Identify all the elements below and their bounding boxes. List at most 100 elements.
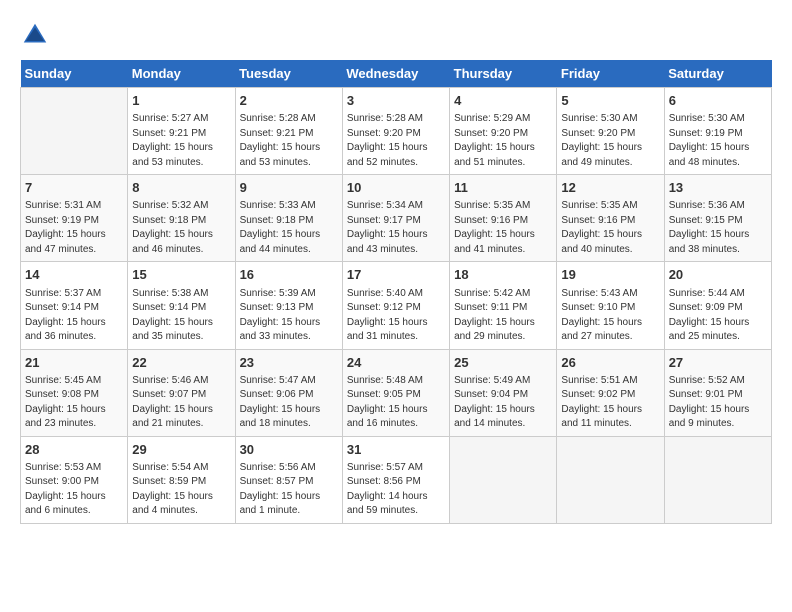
calendar-cell: 1 Sunrise: 5:27 AM Sunset: 9:21 PM Daylig… xyxy=(128,88,235,175)
calendar-cell: 10 Sunrise: 5:34 AM Sunset: 9:17 PM Dayli… xyxy=(342,175,449,262)
calendar-cell: 31 Sunrise: 5:57 AM Sunset: 8:56 PM Dayli… xyxy=(342,436,449,523)
calendar-cell: 18 Sunrise: 5:42 AM Sunset: 9:11 PM Dayli… xyxy=(450,262,557,349)
calendar-cell: 25 Sunrise: 5:49 AM Sunset: 9:04 PM Dayli… xyxy=(450,349,557,436)
day-info: Sunrise: 5:30 AM Sunset: 9:19 PM Dayligh… xyxy=(669,112,767,170)
day-info: Sunrise: 5:38 AM Sunset: 9:14 PM Dayligh… xyxy=(132,287,230,345)
weekday-header-saturday: Saturday xyxy=(664,60,771,88)
day-number: 12 xyxy=(561,179,659,197)
calendar-cell: 6 Sunrise: 5:30 AM Sunset: 9:19 PM Daylig… xyxy=(664,88,771,175)
logo-icon xyxy=(20,20,50,50)
calendar-cell: 8 Sunrise: 5:32 AM Sunset: 9:18 PM Daylig… xyxy=(128,175,235,262)
day-number: 21 xyxy=(25,354,123,372)
calendar-cell: 14 Sunrise: 5:37 AM Sunset: 9:14 PM Dayli… xyxy=(21,262,128,349)
day-info: Sunrise: 5:48 AM Sunset: 9:05 PM Dayligh… xyxy=(347,374,445,432)
day-info: Sunrise: 5:37 AM Sunset: 9:14 PM Dayligh… xyxy=(25,287,123,345)
day-number: 31 xyxy=(347,441,445,459)
day-number: 29 xyxy=(132,441,230,459)
day-number: 25 xyxy=(454,354,552,372)
calendar-table: SundayMondayTuesdayWednesdayThursdayFrid… xyxy=(20,60,772,524)
day-number: 1 xyxy=(132,92,230,110)
day-number: 5 xyxy=(561,92,659,110)
calendar-cell: 12 Sunrise: 5:35 AM Sunset: 9:16 PM Dayli… xyxy=(557,175,664,262)
weekday-header-monday: Monday xyxy=(128,60,235,88)
day-info: Sunrise: 5:57 AM Sunset: 8:56 PM Dayligh… xyxy=(347,461,445,519)
day-number: 26 xyxy=(561,354,659,372)
weekday-header-thursday: Thursday xyxy=(450,60,557,88)
day-info: Sunrise: 5:43 AM Sunset: 9:10 PM Dayligh… xyxy=(561,287,659,345)
page-header xyxy=(20,20,772,50)
weekday-header-tuesday: Tuesday xyxy=(235,60,342,88)
day-info: Sunrise: 5:44 AM Sunset: 9:09 PM Dayligh… xyxy=(669,287,767,345)
calendar-cell: 5 Sunrise: 5:30 AM Sunset: 9:20 PM Daylig… xyxy=(557,88,664,175)
day-number: 4 xyxy=(454,92,552,110)
calendar-cell xyxy=(450,436,557,523)
day-number: 30 xyxy=(240,441,338,459)
logo xyxy=(20,20,54,50)
day-number: 27 xyxy=(669,354,767,372)
calendar-cell: 15Sunrise: 5:38 AM Sunset: 9:14 PM Dayli… xyxy=(128,262,235,349)
calendar-cell: 28Sunrise: 5:53 AM Sunset: 9:00 PM Dayli… xyxy=(21,436,128,523)
day-number: 20 xyxy=(669,266,767,284)
day-number: 28 xyxy=(25,441,123,459)
day-number: 24 xyxy=(347,354,445,372)
day-info: Sunrise: 5:36 AM Sunset: 9:15 PM Dayligh… xyxy=(669,199,767,257)
day-number: 16 xyxy=(240,266,338,284)
day-number: 8 xyxy=(132,179,230,197)
calendar-week-row: 21Sunrise: 5:45 AM Sunset: 9:08 PM Dayli… xyxy=(21,349,772,436)
day-number: 13 xyxy=(669,179,767,197)
day-number: 10 xyxy=(347,179,445,197)
day-info: Sunrise: 5:47 AM Sunset: 9:06 PM Dayligh… xyxy=(240,374,338,432)
day-info: Sunrise: 5:34 AM Sunset: 9:17 PM Dayligh… xyxy=(347,199,445,257)
calendar-cell: 30 Sunrise: 5:56 AM Sunset: 8:57 PM Dayli… xyxy=(235,436,342,523)
calendar-cell: 24 Sunrise: 5:48 AM Sunset: 9:05 PM Dayli… xyxy=(342,349,449,436)
day-number: 22 xyxy=(132,354,230,372)
day-number: 2 xyxy=(240,92,338,110)
calendar-cell: 21Sunrise: 5:45 AM Sunset: 9:08 PM Dayli… xyxy=(21,349,128,436)
day-info: Sunrise: 5:27 AM Sunset: 9:21 PM Dayligh… xyxy=(132,112,230,170)
day-info: Sunrise: 5:35 AM Sunset: 9:16 PM Dayligh… xyxy=(561,199,659,257)
calendar-cell: 2 Sunrise: 5:28 AM Sunset: 9:21 PM Daylig… xyxy=(235,88,342,175)
day-number: 23 xyxy=(240,354,338,372)
day-info: Sunrise: 5:46 AM Sunset: 9:07 PM Dayligh… xyxy=(132,374,230,432)
day-info: Sunrise: 5:33 AM Sunset: 9:18 PM Dayligh… xyxy=(240,199,338,257)
day-info: Sunrise: 5:32 AM Sunset: 9:18 PM Dayligh… xyxy=(132,199,230,257)
calendar-cell: 27Sunrise: 5:52 AM Sunset: 9:01 PM Dayli… xyxy=(664,349,771,436)
day-info: Sunrise: 5:28 AM Sunset: 9:21 PM Dayligh… xyxy=(240,112,338,170)
calendar-cell xyxy=(557,436,664,523)
day-info: Sunrise: 5:54 AM Sunset: 8:59 PM Dayligh… xyxy=(132,461,230,519)
calendar-cell xyxy=(21,88,128,175)
day-number: 9 xyxy=(240,179,338,197)
day-info: Sunrise: 5:29 AM Sunset: 9:20 PM Dayligh… xyxy=(454,112,552,170)
day-number: 11 xyxy=(454,179,552,197)
day-info: Sunrise: 5:31 AM Sunset: 9:19 PM Dayligh… xyxy=(25,199,123,257)
day-number: 14 xyxy=(25,266,123,284)
calendar-cell: 19Sunrise: 5:43 AM Sunset: 9:10 PM Dayli… xyxy=(557,262,664,349)
weekday-header-sunday: Sunday xyxy=(21,60,128,88)
calendar-cell: 11 Sunrise: 5:35 AM Sunset: 9:16 PM Dayli… xyxy=(450,175,557,262)
calendar-cell: 16Sunrise: 5:39 AM Sunset: 9:13 PM Dayli… xyxy=(235,262,342,349)
calendar-week-row: 7Sunrise: 5:31 AM Sunset: 9:19 PM Daylig… xyxy=(21,175,772,262)
day-info: Sunrise: 5:30 AM Sunset: 9:20 PM Dayligh… xyxy=(561,112,659,170)
calendar-cell xyxy=(664,436,771,523)
weekday-header-row: SundayMondayTuesdayWednesdayThursdayFrid… xyxy=(21,60,772,88)
calendar-cell: 7Sunrise: 5:31 AM Sunset: 9:19 PM Daylig… xyxy=(21,175,128,262)
calendar-cell: 9 Sunrise: 5:33 AM Sunset: 9:18 PM Daylig… xyxy=(235,175,342,262)
day-info: Sunrise: 5:56 AM Sunset: 8:57 PM Dayligh… xyxy=(240,461,338,519)
weekday-header-friday: Friday xyxy=(557,60,664,88)
calendar-cell: 29 Sunrise: 5:54 AM Sunset: 8:59 PM Dayli… xyxy=(128,436,235,523)
calendar-week-row: 14 Sunrise: 5:37 AM Sunset: 9:14 PM Dayli… xyxy=(21,262,772,349)
day-info: Sunrise: 5:42 AM Sunset: 9:11 PM Dayligh… xyxy=(454,287,552,345)
calendar-cell: 26Sunrise: 5:51 AM Sunset: 9:02 PM Dayli… xyxy=(557,349,664,436)
day-info: Sunrise: 5:40 AM Sunset: 9:12 PM Dayligh… xyxy=(347,287,445,345)
day-number: 17 xyxy=(347,266,445,284)
calendar-cell: 17 Sunrise: 5:40 AM Sunset: 9:12 PM Dayli… xyxy=(342,262,449,349)
day-number: 18 xyxy=(454,266,552,284)
calendar-cell: 13 Sunrise: 5:36 AM Sunset: 9:15 PM Dayli… xyxy=(664,175,771,262)
day-number: 6 xyxy=(669,92,767,110)
day-info: Sunrise: 5:28 AM Sunset: 9:20 PM Dayligh… xyxy=(347,112,445,170)
calendar-cell: 4 Sunrise: 5:29 AM Sunset: 9:20 PM Daylig… xyxy=(450,88,557,175)
day-info: Sunrise: 5:49 AM Sunset: 9:04 PM Dayligh… xyxy=(454,374,552,432)
day-info: Sunrise: 5:35 AM Sunset: 9:16 PM Dayligh… xyxy=(454,199,552,257)
calendar-cell: 23 Sunrise: 5:47 AM Sunset: 9:06 PM Dayli… xyxy=(235,349,342,436)
day-number: 3 xyxy=(347,92,445,110)
